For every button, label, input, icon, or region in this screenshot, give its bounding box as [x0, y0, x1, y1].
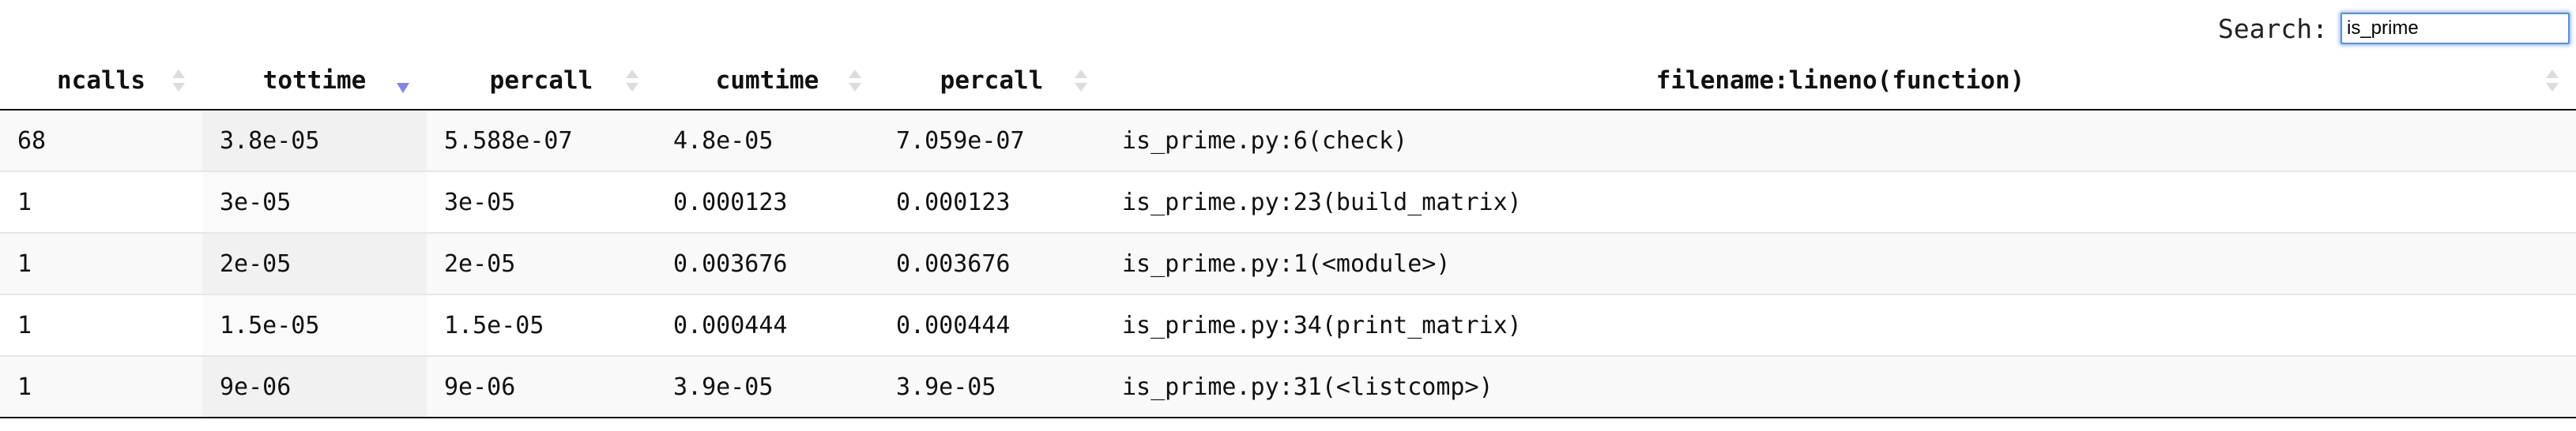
table-row: 1 9e-06 9e-06 3.9e-05 3.9e-05 is_prime.p… [0, 355, 2576, 418]
search-bar: Search: [2218, 9, 2570, 47]
cell-percall-cumulative: 0.003676 [879, 232, 1105, 294]
sort-arrows-icon [1075, 69, 1087, 92]
column-header-label: cumtime [715, 66, 819, 95]
column-header-label: tottime [262, 66, 367, 95]
column-header-label: percall [489, 66, 593, 95]
cell-percall-cumulative: 7.059e-07 [879, 110, 1105, 171]
cell-tottime: 9e-06 [202, 355, 427, 418]
cell-filename: is_prime.py:23(build_matrix) [1105, 171, 2576, 233]
sort-arrows-icon [626, 69, 638, 92]
table-header-row: ncalls tottime percall cumtime percall f… [0, 52, 2576, 111]
cell-ncalls: 1 [0, 171, 202, 233]
cell-ncalls: 1 [0, 355, 202, 418]
column-header-cumtime[interactable]: cumtime [656, 52, 879, 111]
cell-tottime: 1.5e-05 [202, 294, 427, 356]
cell-cumtime: 0.003676 [656, 232, 879, 294]
profile-stats-table: ncalls tottime percall cumtime percall f… [0, 52, 2576, 418]
cell-filename: is_prime.py:1(<module>) [1105, 232, 2576, 294]
cell-percall-cumulative: 0.000444 [879, 294, 1105, 356]
sort-arrows-icon [2546, 69, 2559, 92]
cell-percall: 5.588e-07 [427, 110, 656, 171]
search-input[interactable] [2341, 13, 2570, 44]
column-header-filename[interactable]: filename:lineno(function) [1105, 52, 2576, 111]
column-header-tottime[interactable]: tottime [202, 52, 427, 111]
sort-arrows-icon [172, 69, 185, 92]
cell-cumtime: 4.8e-05 [656, 110, 879, 171]
column-header-ncalls[interactable]: ncalls [0, 52, 202, 111]
cell-cumtime: 0.000444 [656, 294, 879, 356]
column-header-label: ncalls [57, 66, 145, 95]
cell-percall: 1.5e-05 [427, 294, 656, 356]
cell-tottime: 3.8e-05 [202, 110, 427, 171]
table-row: 1 3e-05 3e-05 0.000123 0.000123 is_prime… [0, 171, 2576, 233]
column-header-label: percall [940, 66, 1044, 95]
cell-percall: 3e-05 [427, 171, 656, 233]
cell-filename: is_prime.py:6(check) [1105, 110, 2576, 171]
table-row: 1 1.5e-05 1.5e-05 0.000444 0.000444 is_p… [0, 294, 2576, 356]
cell-percall: 9e-06 [427, 355, 656, 418]
search-label: Search: [2217, 13, 2328, 44]
table-row: 68 3.8e-05 5.588e-07 4.8e-05 7.059e-07 i… [0, 110, 2576, 171]
cell-ncalls: 68 [0, 110, 202, 171]
cell-ncalls: 1 [0, 232, 202, 294]
cell-percall-cumulative: 3.9e-05 [879, 355, 1105, 418]
column-header-percall[interactable]: percall [427, 52, 656, 111]
cell-percall-cumulative: 0.000123 [879, 171, 1105, 233]
cell-ncalls: 1 [0, 294, 202, 356]
cell-tottime: 2e-05 [202, 232, 427, 294]
cell-cumtime: 0.000123 [656, 171, 879, 233]
cell-cumtime: 3.9e-05 [656, 355, 879, 418]
column-header-percall-cumulative[interactable]: percall [879, 52, 1105, 111]
column-header-label: filename:lineno(function) [1655, 66, 2025, 95]
table-row: 1 2e-05 2e-05 0.003676 0.003676 is_prime… [0, 232, 2576, 294]
cell-percall: 2e-05 [427, 232, 656, 294]
cell-tottime: 3e-05 [202, 171, 427, 233]
sort-arrows-icon [849, 69, 861, 92]
sort-descending-icon [397, 69, 409, 93]
cell-filename: is_prime.py:34(print_matrix) [1105, 294, 2576, 356]
cell-filename: is_prime.py:31(<listcomp>) [1105, 355, 2576, 418]
